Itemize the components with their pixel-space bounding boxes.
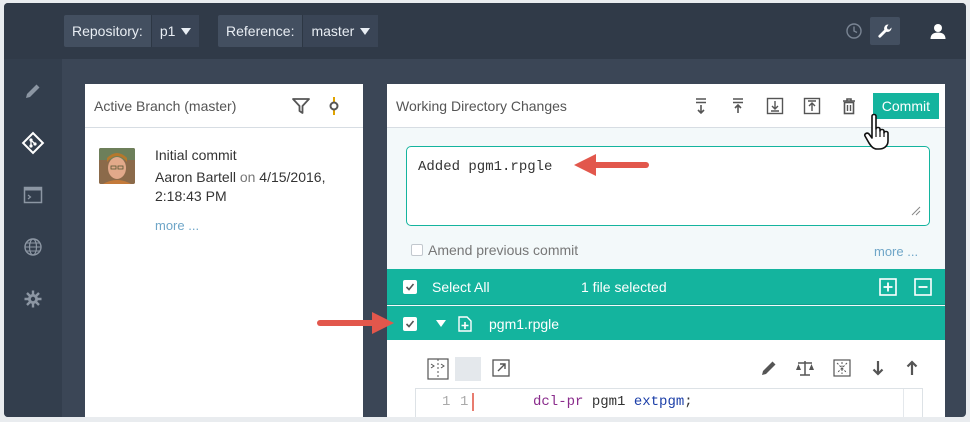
code-line: dcl-pr pgm1 extpgm; bbox=[533, 394, 693, 410]
select-all-row: Select All 1 file selected bbox=[387, 269, 945, 305]
cursor-marker bbox=[472, 393, 474, 411]
file-name[interactable]: pgm1.rpgle bbox=[489, 316, 559, 332]
reference-label: Reference: bbox=[226, 23, 295, 39]
amend-option[interactable]: Amend previous commit bbox=[411, 242, 578, 258]
reference-selector[interactable]: Reference: master bbox=[218, 15, 379, 47]
chevron-down-icon bbox=[360, 27, 371, 35]
commit-author: Aaron Bartell bbox=[155, 169, 236, 185]
old-line-number: 1 bbox=[442, 394, 451, 410]
history-icon[interactable] bbox=[842, 19, 866, 43]
repository-selector[interactable]: Repository: p1 bbox=[64, 15, 200, 47]
code-divider bbox=[903, 389, 904, 417]
commit-graph-icon[interactable] bbox=[328, 96, 340, 119]
diff-view: 1 1 dcl-pr pgm1 extpgm; bbox=[387, 340, 945, 417]
history-panel: Active Branch (master) Initial commit Aa… bbox=[85, 84, 363, 417]
chevron-down-icon[interactable] bbox=[436, 320, 446, 327]
previous-change-icon[interactable] bbox=[905, 359, 919, 380]
resize-grip-icon[interactable] bbox=[911, 204, 921, 219]
code-keyword: dcl-pr bbox=[533, 394, 584, 410]
changes-panel: Working Directory Changes Commit Added p… bbox=[387, 84, 945, 417]
gear-icon[interactable] bbox=[21, 287, 45, 311]
code-punct: ; bbox=[684, 394, 693, 410]
code-view: 1 1 dcl-pr pgm1 extpgm; bbox=[415, 388, 923, 417]
filter-icon[interactable] bbox=[291, 97, 311, 118]
commit-on-word: on bbox=[239, 169, 256, 185]
wrench-icon[interactable] bbox=[870, 17, 900, 45]
edit-pencil-icon[interactable] bbox=[760, 359, 778, 380]
commit-time: 2:18:43 PM bbox=[155, 188, 227, 204]
code-extpgm: extpgm bbox=[633, 394, 685, 410]
top-bar: Repository: p1 Reference: master bbox=[4, 3, 966, 59]
terminal-icon[interactable] bbox=[21, 183, 45, 207]
code-name: pgm1 bbox=[591, 394, 626, 410]
avatar bbox=[99, 148, 135, 184]
changes-panel-header: Working Directory Changes Commit bbox=[387, 84, 945, 128]
left-rail bbox=[4, 59, 62, 417]
select-all-label[interactable]: Select All bbox=[432, 279, 490, 295]
expand-all-icon[interactable] bbox=[879, 278, 897, 299]
annotation-arrow-icon bbox=[574, 154, 649, 176]
trash-icon[interactable] bbox=[836, 93, 862, 119]
changes-toolbar: Commit bbox=[688, 84, 945, 128]
app-window: Repository: p1 Reference: master Active … bbox=[4, 3, 966, 417]
selected-count: 1 file selected bbox=[581, 278, 667, 295]
added-file-icon bbox=[458, 316, 472, 335]
hand-cursor-icon bbox=[863, 113, 897, 154]
changes-more-link[interactable]: more ... bbox=[874, 244, 918, 259]
commit-message-text: Added pgm1.rpgle bbox=[418, 159, 553, 175]
collapse-all-icon[interactable] bbox=[914, 278, 932, 299]
amend-label: Amend previous commit bbox=[428, 242, 579, 258]
reference-value: master bbox=[311, 23, 355, 39]
history-panel-header: Active Branch (master) bbox=[85, 84, 363, 128]
commit-message-input[interactable]: Added pgm1.rpgle bbox=[406, 146, 930, 226]
annotation-arrow-icon bbox=[317, 312, 394, 334]
active-branch-title: Active Branch (master) bbox=[94, 97, 237, 114]
chevron-down-icon bbox=[181, 27, 192, 35]
user-icon[interactable] bbox=[926, 19, 950, 43]
file-checkbox[interactable] bbox=[403, 317, 417, 331]
next-change-icon[interactable] bbox=[871, 359, 885, 380]
repository-label: Repository: bbox=[72, 23, 143, 39]
push-up-icon[interactable] bbox=[725, 93, 751, 119]
inline-view-toggle[interactable] bbox=[455, 357, 481, 381]
amend-checkbox[interactable] bbox=[411, 244, 423, 256]
repository-value: p1 bbox=[159, 23, 176, 39]
git-icon[interactable] bbox=[21, 131, 45, 155]
working-directory-title: Working Directory Changes bbox=[396, 97, 567, 114]
side-by-side-icon[interactable] bbox=[427, 358, 449, 383]
commit-meta: Aaron Bartell on 4/15/2016, bbox=[155, 168, 355, 187]
select-all-checkbox[interactable] bbox=[403, 280, 417, 294]
commit-details: Initial commit Aaron Bartell on 4/15/201… bbox=[155, 146, 355, 235]
compare-scales-icon[interactable] bbox=[795, 359, 815, 380]
pull-down-icon[interactable] bbox=[688, 93, 714, 119]
diff-options-icon[interactable] bbox=[833, 359, 851, 380]
file-row[interactable]: pgm1.rpgle bbox=[387, 306, 945, 341]
pencil-icon[interactable] bbox=[21, 79, 45, 103]
commit-date: 4/15/2016, bbox=[259, 169, 326, 185]
open-external-icon[interactable] bbox=[492, 359, 510, 380]
new-line-number: 1 bbox=[460, 394, 469, 410]
download-box-icon[interactable] bbox=[762, 93, 788, 119]
commit-more-link[interactable]: more ... bbox=[155, 216, 355, 235]
globe-icon[interactable] bbox=[21, 235, 45, 259]
upload-box-icon[interactable] bbox=[799, 93, 825, 119]
repository-dropdown[interactable]: p1 bbox=[150, 15, 200, 47]
reference-dropdown[interactable]: master bbox=[302, 15, 379, 47]
commit-message: Initial commit bbox=[155, 147, 237, 163]
